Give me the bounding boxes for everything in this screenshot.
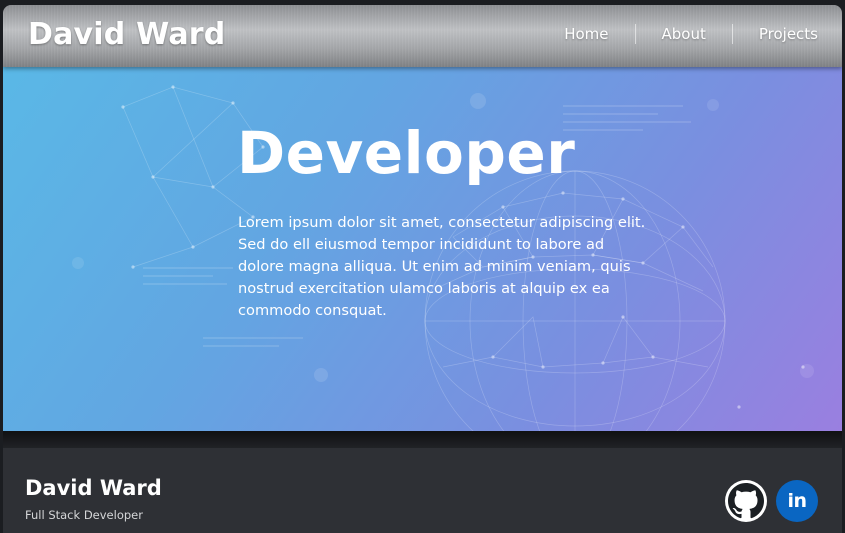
linkedin-link[interactable]: in [776, 480, 818, 522]
hero-text-line: Lorem ipsum dolor sit amet, consectetur … [238, 214, 646, 231]
hero-text-line: nostrud exercitation ulamco laboris at a… [238, 280, 610, 297]
nav-divider [634, 24, 636, 44]
linkedin-icon: in [787, 489, 807, 512]
github-icon [728, 483, 764, 519]
hero-title: Developer [237, 119, 576, 187]
site-footer: David Ward Full Stack Developer in [3, 448, 842, 533]
nav-projects-link[interactable]: Projects [759, 23, 818, 45]
footer-subtitle: Full Stack Developer [25, 508, 143, 522]
hero-text-line: Sed do ell eiusmod tempor incididunt to … [238, 236, 605, 253]
github-link[interactable] [725, 480, 767, 522]
hero-text-line: dolore magna alliqua. Ut enim ad minim v… [238, 258, 631, 275]
footer-name: David Ward [25, 476, 162, 500]
hero-description: Lorem ipsum dolor sit amet, consectetur … [238, 212, 658, 322]
social-links: in [725, 480, 818, 522]
section-divider [3, 431, 842, 448]
site-brand[interactable]: David Ward [28, 17, 225, 52]
hero-section: Developer Lorem ipsum dolor sit amet, co… [3, 67, 842, 431]
site-header: David Ward Home About Projects [3, 5, 842, 67]
nav-divider [731, 24, 733, 44]
nav-about-link[interactable]: About [662, 23, 706, 45]
website-frame: David Ward Home About Projects Developer… [3, 5, 842, 533]
main-nav: Home About Projects [564, 23, 818, 45]
nav-home-link[interactable]: Home [564, 23, 608, 45]
hero-text-line: commodo consquat. [238, 302, 387, 319]
